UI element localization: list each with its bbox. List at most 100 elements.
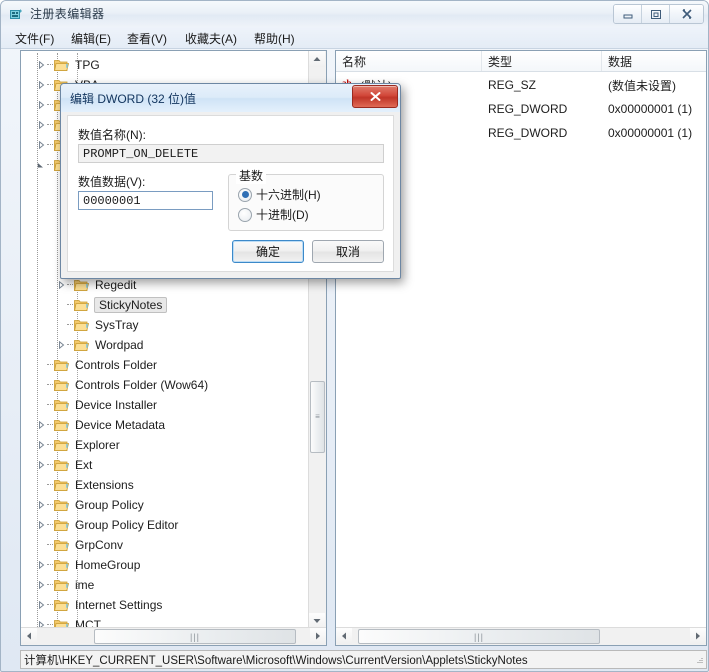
menu-help[interactable]: 帮助(H) bbox=[254, 30, 295, 47]
tree-connector bbox=[47, 364, 53, 366]
collapse-arrow-icon[interactable] bbox=[35, 135, 47, 155]
tree-item-ime[interactable]: ime bbox=[35, 575, 98, 595]
folder-icon bbox=[54, 518, 70, 532]
tree-item-extensions[interactable]: Extensions bbox=[35, 475, 138, 495]
tree-item-label: TPG bbox=[75, 58, 100, 72]
close-icon bbox=[681, 9, 692, 19]
list-horizontal-scrollbar[interactable]: ||| bbox=[336, 627, 706, 645]
tree-connector bbox=[47, 524, 53, 526]
tree-item-group-policy-editor[interactable]: Group Policy Editor bbox=[35, 515, 182, 535]
radio-decimal[interactable]: 十进制(D) bbox=[238, 206, 309, 223]
column-header-data[interactable]: 数据 bbox=[602, 51, 706, 71]
edit-dword-dialog: 编辑 DWORD (32 位)值 数值名称(N): PROMPT_ON_DELE… bbox=[60, 83, 401, 279]
menu-favorites[interactable]: 收藏夫(A) bbox=[185, 30, 237, 47]
collapse-arrow-icon[interactable] bbox=[35, 555, 47, 575]
minimize-button[interactable] bbox=[614, 5, 642, 23]
scroll-grip-icon: ||| bbox=[189, 631, 200, 642]
cell-data: 0x00000001 (1) bbox=[608, 126, 693, 140]
folder-icon bbox=[54, 438, 70, 452]
tree-item-grpconv[interactable]: GrpConv bbox=[35, 535, 127, 555]
tree-item-device-installer[interactable]: Device Installer bbox=[35, 395, 161, 415]
expand-arrow-icon[interactable] bbox=[35, 155, 47, 175]
tree-item-wordpad[interactable]: Wordpad bbox=[55, 335, 147, 355]
collapse-arrow-icon[interactable] bbox=[35, 115, 47, 135]
chevron-left-icon bbox=[342, 632, 346, 640]
tree-item-label: Device Metadata bbox=[75, 418, 166, 432]
tree-item-stickynotes[interactable]: StickyNotes bbox=[55, 295, 168, 315]
column-header-type[interactable]: 类型 bbox=[482, 51, 602, 71]
list-scroll-right-button[interactable] bbox=[690, 628, 706, 644]
menu-file[interactable]: 文件(F) bbox=[15, 30, 54, 47]
value-name-field[interactable]: PROMPT_ON_DELETE bbox=[78, 144, 384, 163]
collapse-arrow-icon[interactable] bbox=[35, 455, 47, 475]
collapse-arrow-icon[interactable] bbox=[35, 435, 47, 455]
folder-icon bbox=[54, 598, 70, 612]
tree-horizontal-scrollbar[interactable]: ||| bbox=[21, 627, 326, 645]
radio-hexadecimal[interactable]: 十六进制(H) bbox=[238, 186, 321, 203]
tree-item-internet-settings[interactable]: Internet Settings bbox=[35, 595, 166, 615]
tree-item-group-policy[interactable]: Group Policy bbox=[35, 495, 148, 515]
tree-item-controls-folder[interactable]: Controls Folder bbox=[35, 355, 161, 375]
tree-item-homegroup[interactable]: HomeGroup bbox=[35, 555, 144, 575]
tree-scroll-right-button[interactable] bbox=[310, 628, 326, 644]
tree-connector bbox=[47, 444, 53, 446]
collapse-arrow-icon[interactable] bbox=[35, 515, 47, 535]
dialog-close-button[interactable] bbox=[352, 85, 398, 108]
menu-edit[interactable]: 编辑(E) bbox=[71, 30, 111, 47]
collapse-arrow-icon[interactable] bbox=[35, 575, 47, 595]
maximize-button[interactable] bbox=[642, 5, 670, 23]
tree-connector bbox=[47, 624, 53, 626]
radio-hexadecimal-label: 十六进制(H) bbox=[256, 188, 321, 202]
list-hscroll-thumb[interactable]: ||| bbox=[358, 629, 600, 644]
collapse-arrow-icon[interactable] bbox=[35, 495, 47, 515]
ok-button[interactable]: 确定 bbox=[232, 240, 304, 263]
column-header-name[interactable]: 名称 bbox=[336, 51, 482, 71]
folder-icon bbox=[54, 538, 70, 552]
menu-view[interactable]: 查看(V) bbox=[127, 30, 167, 47]
collapse-arrow-icon[interactable] bbox=[35, 75, 47, 95]
list-scroll-left-button[interactable] bbox=[336, 628, 352, 644]
tree-item-label: Explorer bbox=[75, 438, 120, 452]
radio-unselected-icon bbox=[238, 207, 252, 222]
tree-item-label: Wordpad bbox=[95, 338, 144, 352]
tree-item-label: Group Policy bbox=[75, 498, 144, 512]
tree-hscroll-thumb[interactable]: ||| bbox=[94, 629, 296, 644]
folder-icon bbox=[54, 358, 70, 372]
registry-path: 计算机\HKEY_CURRENT_USER\Software\Microsoft… bbox=[24, 654, 528, 667]
tree-item-device-metadata[interactable]: Device Metadata bbox=[35, 415, 169, 435]
tree-scroll-thumb[interactable]: ≡ bbox=[310, 381, 325, 453]
collapse-arrow-icon[interactable] bbox=[35, 415, 47, 435]
minimize-icon bbox=[623, 14, 632, 19]
dialog-body: 数值名称(N): PROMPT_ON_DELETE 数值数据(V): 00000… bbox=[61, 112, 400, 278]
cell-data: 0x00000001 (1) bbox=[608, 102, 693, 116]
maximize-icon bbox=[650, 9, 661, 19]
tree-scroll-up-button[interactable] bbox=[309, 51, 325, 67]
close-button[interactable] bbox=[670, 5, 703, 23]
resize-grip-icon[interactable] bbox=[692, 655, 704, 667]
collapse-arrow-icon[interactable] bbox=[55, 335, 67, 355]
tree-item-tpg[interactable]: TPG bbox=[35, 55, 104, 75]
tree-item-controls-folder-wow64[interactable]: Controls Folder (Wow64) bbox=[35, 375, 212, 395]
collapse-arrow-icon[interactable] bbox=[35, 95, 47, 115]
tree-item-ext[interactable]: Ext bbox=[35, 455, 96, 475]
tree-item-systray[interactable]: SysTray bbox=[55, 315, 143, 335]
tree-connector bbox=[47, 404, 53, 406]
listview-header: 名称 类型 数据 bbox=[336, 51, 706, 72]
window-titlebar: 注册表编辑器 bbox=[1, 1, 708, 28]
tree-connector bbox=[47, 104, 53, 106]
tree-item-explorer[interactable]: Explorer bbox=[35, 435, 124, 455]
tree-connector bbox=[47, 84, 53, 86]
tree-scroll-left-button[interactable] bbox=[21, 628, 37, 644]
collapse-arrow-icon[interactable] bbox=[35, 55, 47, 75]
collapse-arrow-icon[interactable] bbox=[35, 595, 47, 615]
tree-connector bbox=[47, 564, 53, 566]
cancel-button[interactable]: 取消 bbox=[312, 240, 384, 263]
tree-item-label: Controls Folder bbox=[75, 358, 158, 372]
folder-icon bbox=[74, 318, 90, 332]
value-data-field[interactable]: 00000001 bbox=[78, 191, 213, 210]
dialog-title: 编辑 DWORD (32 位)值 bbox=[70, 92, 197, 106]
chevron-left-icon bbox=[27, 632, 31, 640]
tree-connector bbox=[47, 144, 53, 146]
folder-icon bbox=[74, 278, 90, 292]
tree-item-label: Controls Folder (Wow64) bbox=[75, 378, 209, 392]
